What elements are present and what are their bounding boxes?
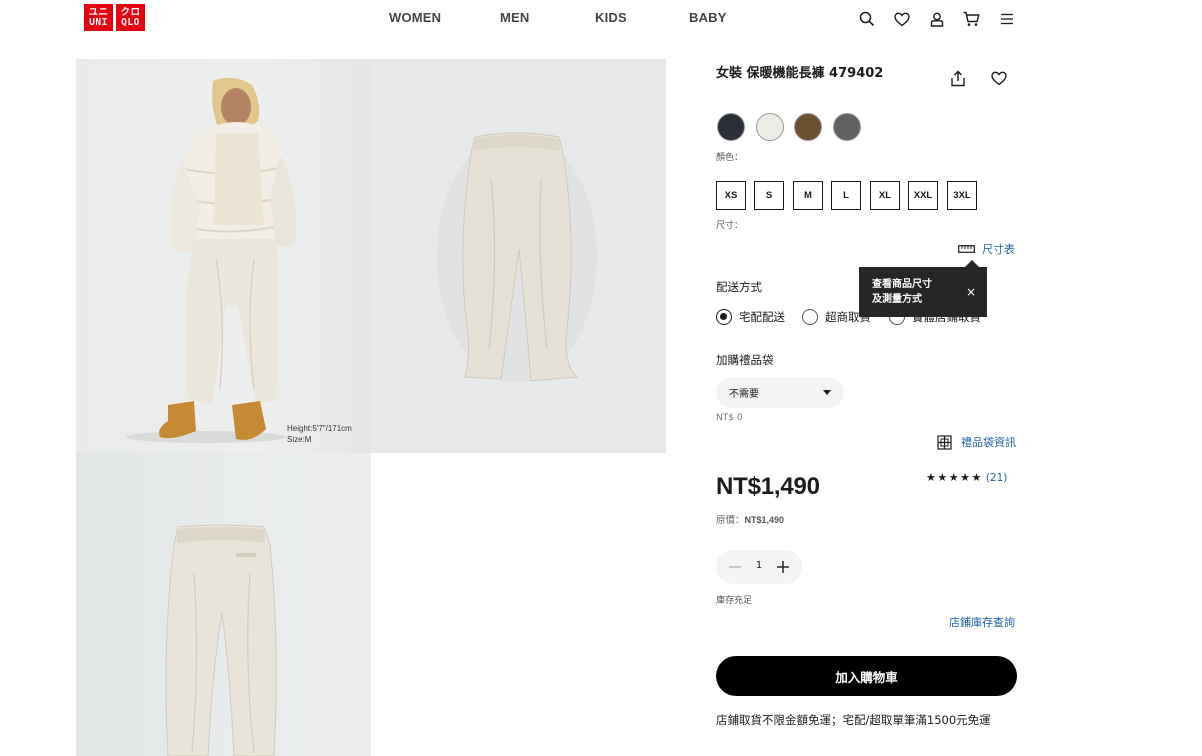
search-icon[interactable] <box>857 9 877 29</box>
stock-status: 庫存充足 <box>716 596 753 606</box>
quantity-decrease-button[interactable] <box>725 557 745 577</box>
gift-bag-info-link[interactable]: 禮品袋資訊 <box>937 434 1016 450</box>
product-image-model[interactable]: Height:5'7"/171cm Size:M <box>76 59 371 453</box>
logo-text-1: ユニ <box>88 6 109 18</box>
size-m[interactable]: M <box>793 181 823 210</box>
back-pants-illustration <box>165 524 277 756</box>
model-size: Size:M <box>287 435 312 444</box>
size-chart-link[interactable]: 尺寸表 <box>958 241 1015 257</box>
original-price-label: 原價： <box>716 515 745 526</box>
size-chart-label: 尺寸表 <box>982 243 1015 256</box>
product-title: 女裝 保暖機能長褲 479402 <box>716 66 884 81</box>
gift-bag-select[interactable]: 不需要 <box>716 377 844 408</box>
logo-text-3: UNI <box>89 16 108 28</box>
store-stock-link[interactable]: 店鋪庫存查詢 <box>949 614 1015 630</box>
tooltip-close-icon[interactable]: × <box>966 285 976 299</box>
color-swatch-navy[interactable] <box>717 113 745 141</box>
product-image-back[interactable] <box>76 453 371 756</box>
color-swatch-gray[interactable] <box>833 113 861 141</box>
size-xs[interactable]: XS <box>716 181 746 210</box>
uniqlo-logo[interactable]: ユニ UNI クロ QLO <box>84 4 145 31</box>
minus-icon <box>729 566 741 568</box>
original-price: 原價：NT$1,490 <box>716 512 784 526</box>
delivery-label: 配送方式 <box>716 280 762 294</box>
logo-block-right: クロ QLO <box>116 4 145 31</box>
cart-icon[interactable] <box>961 9 981 29</box>
size-xxl[interactable]: XXL <box>908 181 938 210</box>
gift-box-icon <box>937 434 952 450</box>
tooltip-text: 查看商品尺寸 及測量方式 <box>872 277 956 307</box>
color-swatch-brown[interactable] <box>794 113 822 141</box>
radio-circle <box>716 309 732 325</box>
size-l[interactable]: L <box>831 181 861 210</box>
favorite-heart-icon[interactable] <box>989 68 1009 88</box>
tooltip-line-1: 查看商品尺寸 <box>872 279 932 290</box>
original-price-value: NT$1,490 <box>744 515 785 525</box>
add-to-cart-button[interactable]: 加入購物車 <box>716 656 1017 696</box>
ruler-icon <box>958 245 975 253</box>
color-label: 顏色： <box>716 153 744 163</box>
gift-bag-price: NT$ 0 <box>716 413 743 423</box>
logo-text-2: クロ <box>120 6 141 18</box>
color-swatch-offwhite[interactable] <box>756 113 784 141</box>
tooltip-line-2: 及測量方式 <box>872 294 922 305</box>
plus-icon <box>777 561 789 573</box>
rating-count: (21) <box>985 471 1008 484</box>
size-s[interactable]: S <box>754 181 784 210</box>
chevron-down-icon <box>823 390 831 395</box>
quantity-value: 1 <box>755 560 763 571</box>
share-icon[interactable] <box>948 68 968 88</box>
size-chart-tooltip: 查看商品尺寸 及測量方式 × <box>859 260 987 317</box>
nav-men[interactable]: MEN <box>500 10 530 25</box>
gift-bag-label: 加購禮品袋 <box>716 353 774 367</box>
model-illustration <box>126 77 297 443</box>
menu-icon[interactable] <box>997 9 1017 29</box>
product-price: NT$1,490 <box>716 473 820 500</box>
model-caption: Height:5'7"/171cm Size:M <box>287 423 352 445</box>
product-rating[interactable]: ★★★★★ (21) <box>926 471 1007 484</box>
delivery-home[interactable]: 宅配配送 <box>716 309 785 325</box>
flat-pants-illustration <box>437 132 597 382</box>
shipping-note: 店鋪取貨不限金額免運；宅配/超取單筆滿1500元免運 <box>716 713 991 727</box>
logo-block-left: ユニ UNI <box>84 4 113 31</box>
gift-bag-select-value: 不需要 <box>729 389 759 400</box>
delivery-home-label: 宅配配送 <box>739 310 785 324</box>
rating-stars: ★★★★★ <box>926 471 983 484</box>
product-image-flat[interactable] <box>371 59 666 453</box>
nav-women[interactable]: WOMEN <box>389 10 441 25</box>
size-label: 尺寸： <box>716 221 744 231</box>
logo-text-4: QLO <box>121 16 140 28</box>
account-icon[interactable] <box>927 9 947 29</box>
quantity-stepper: 1 <box>716 550 802 584</box>
size-xl[interactable]: XL <box>870 181 900 210</box>
radio-circle <box>802 309 818 325</box>
size-3xl[interactable]: 3XL <box>947 181 977 210</box>
quantity-increase-button[interactable] <box>773 557 793 577</box>
nav-baby[interactable]: BABY <box>689 10 727 25</box>
heart-icon[interactable] <box>892 9 912 29</box>
model-height: Height:5'7"/171cm <box>287 424 352 433</box>
gift-bag-info-label: 禮品袋資訊 <box>961 436 1016 449</box>
nav-kids[interactable]: KIDS <box>595 10 627 25</box>
